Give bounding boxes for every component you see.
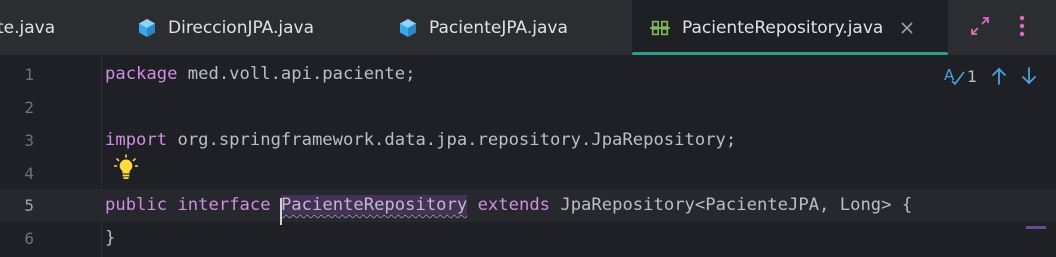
identifier-text: PacienteRepository: [280, 195, 468, 215]
keyword: import: [105, 130, 168, 150]
code-line-current[interactable]: 5 public interface PacienteRepository ex…: [0, 189, 1056, 225]
tab-pacienterepository[interactable]: PacienteRepository.java: [632, 0, 948, 56]
keyword: extends: [477, 195, 551, 215]
interface-icon: [650, 18, 670, 38]
line-number: 4: [24, 164, 34, 183]
keyword: public: [105, 195, 168, 215]
more-options-icon[interactable]: [1011, 15, 1033, 37]
code-text: package med.voll.api.paciente;: [105, 58, 415, 91]
scrollbar-marker[interactable]: [1026, 226, 1046, 229]
code-text: import org.springframework.data.jpa.repo…: [105, 124, 736, 157]
close-icon[interactable]: [900, 21, 914, 35]
lightbulb-icon[interactable]: [113, 154, 139, 180]
keyword: interface: [177, 195, 271, 215]
inspection-count: 1: [967, 66, 978, 86]
class-icon: [137, 18, 157, 38]
editor-tab-bar: te.java DireccionJPA.java PacienteJPA.ja…: [0, 0, 1056, 56]
typo-icon: A: [944, 66, 966, 86]
code-line[interactable]: 3 import org.springframework.data.jpa.re…: [0, 124, 1056, 157]
code-text: }: [105, 228, 116, 248]
code-line[interactable]: 4: [0, 157, 1056, 190]
line-number: 3: [24, 131, 34, 150]
code-fragment: med.voll.api.paciente;: [177, 64, 416, 84]
tab-direccionjpa[interactable]: DireccionJPA.java: [137, 0, 314, 56]
code-line[interactable]: 2: [0, 91, 1056, 124]
text-caret: [279, 198, 282, 225]
line-number: 2: [24, 98, 34, 117]
code-fragment: JpaRepository<PacienteJPA, Long> {: [550, 195, 913, 215]
maximize-editor-icon[interactable]: [969, 15, 991, 37]
code-fragment: org.springframework.data.jpa.repository.…: [167, 130, 737, 150]
inspection-widget[interactable]: A 1: [944, 64, 977, 88]
code-editor[interactable]: 1 package med.voll.api.paciente; 2 3 imp…: [0, 56, 1056, 257]
tab-label: PacienteJPA.java: [429, 18, 568, 38]
tab-label: PacienteRepository.java: [682, 18, 884, 38]
tab-truncated-file[interactable]: te.java: [0, 0, 90, 56]
code-line[interactable]: 6 }: [0, 222, 1056, 255]
line-number: 5: [24, 196, 34, 215]
tab-label: te.java: [0, 18, 56, 38]
code-line[interactable]: 1 package med.voll.api.paciente;: [0, 58, 1056, 91]
tab-pacientejpa[interactable]: PacienteJPA.java: [398, 0, 568, 56]
selected-identifier[interactable]: PacienteRepository: [279, 195, 468, 225]
next-highlighted-error-icon[interactable]: [1018, 65, 1040, 87]
tab-label: DireccionJPA.java: [168, 18, 315, 38]
line-number: 1: [24, 65, 34, 84]
code-text: public interface PacienteRepository exte…: [105, 189, 913, 225]
keyword: package: [105, 64, 178, 84]
line-number: 6: [24, 229, 34, 248]
class-icon: [398, 18, 418, 38]
previous-highlighted-error-icon[interactable]: [988, 65, 1010, 87]
